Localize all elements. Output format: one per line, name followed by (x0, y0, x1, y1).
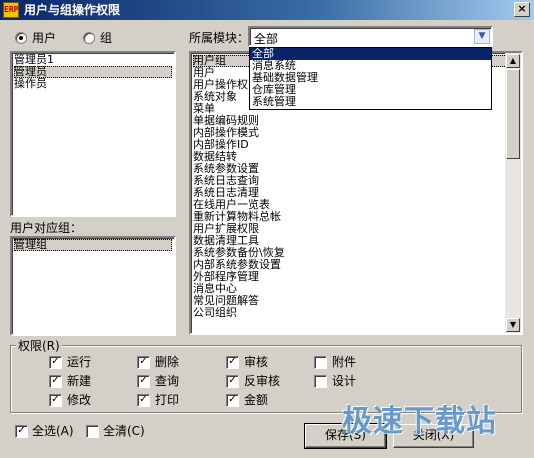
function-list-item[interactable]: 内部操作ID (193, 139, 519, 151)
user-radio-label: 用户 (32, 31, 57, 45)
permission-checkbox[interactable]: ✓ (226, 394, 239, 407)
group-radio-label: 组 (100, 31, 113, 45)
permission-checkbox[interactable] (314, 375, 327, 388)
module-dropdown-list[interactable]: 全部 消息系统 基础数据管理 仓库管理 系统管理 (249, 47, 492, 110)
permission-label: 删除 (155, 355, 180, 369)
permission-label: 附件 (332, 355, 357, 369)
module-select-value: 全部 (254, 32, 279, 46)
permission-checkbox[interactable]: ✓ (137, 356, 150, 369)
group-list-item[interactable]: 管理组 (14, 239, 172, 251)
close-window-button[interactable]: × (514, 2, 530, 17)
clear-all-label: 全清(C) (103, 424, 145, 438)
window-title: 用户与组操作权限 (24, 3, 121, 17)
permission-label: 设计 (332, 374, 357, 388)
select-all-checkbox[interactable]: ✓ (15, 425, 28, 438)
permission-label: 反审核 (244, 374, 281, 388)
group-radio[interactable] (83, 32, 95, 44)
user-list[interactable]: 管理员1 管理员 操作员 (10, 51, 176, 217)
permission-label: 修改 (67, 393, 92, 407)
title-bar: ERP 用户与组操作权限 × (0, 0, 534, 20)
group-list[interactable]: 管理组 (10, 236, 176, 336)
permission-checkbox[interactable]: ✓ (137, 394, 150, 407)
clear-all-checkbox[interactable] (86, 425, 99, 438)
watermark-logo: 极速下载站 (342, 404, 497, 439)
permission-label: 金额 (244, 393, 269, 407)
scroll-down-icon[interactable]: ▼ (506, 318, 520, 332)
user-list-item[interactable]: 操作员 (14, 78, 172, 90)
permission-checkbox[interactable]: ✓ (49, 375, 62, 388)
permission-checkbox[interactable]: ✓ (226, 356, 239, 369)
permission-checkbox[interactable]: ✓ (226, 375, 239, 388)
permissions-label: 权限(R) (16, 339, 62, 353)
module-option[interactable]: 系统管理 (250, 96, 491, 108)
function-list-item[interactable]: 公司组织 (193, 307, 519, 319)
group-list-label: 用户对应组： (10, 221, 83, 235)
module-label: 所属模块： (189, 31, 250, 45)
permission-label: 打印 (155, 393, 180, 407)
function-list-scrollbar[interactable]: ▲ ▼ (505, 53, 521, 333)
select-all-label: 全选(A) (32, 424, 74, 438)
user-radio[interactable] (15, 32, 27, 44)
permission-label: 审核 (244, 355, 269, 369)
app-logo-icon: ERP (3, 2, 19, 18)
permission-label: 查询 (155, 374, 180, 388)
permission-label: 新建 (67, 374, 92, 388)
permission-label: 运行 (67, 355, 92, 369)
permission-checkbox[interactable]: ✓ (49, 394, 62, 407)
permission-checkbox[interactable] (314, 356, 327, 369)
function-list-item[interactable]: 外部程序管理 (193, 271, 519, 283)
module-select[interactable]: 全部 ▼ (248, 26, 493, 47)
permission-checkbox[interactable]: ✓ (49, 356, 62, 369)
chevron-down-icon[interactable]: ▼ (474, 29, 490, 44)
scroll-up-icon[interactable]: ▲ (506, 54, 520, 68)
scroll-thumb[interactable] (506, 69, 520, 159)
permission-checkbox[interactable]: ✓ (137, 375, 150, 388)
function-list-item[interactable]: 常见问题解答 (193, 295, 519, 307)
